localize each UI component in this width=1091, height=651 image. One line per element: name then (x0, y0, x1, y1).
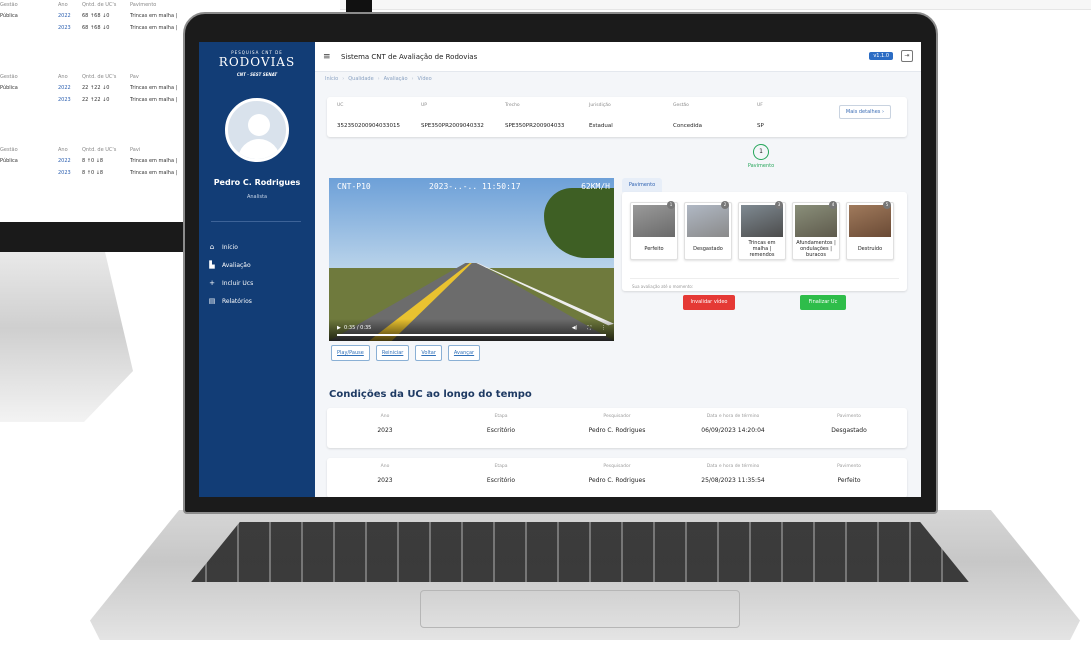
video-player[interactable]: CNT-P10 2023-..-.. 11:50:17 62KM/H ▶ 0:3… (329, 178, 614, 341)
history-title: Condições da UC ao longo do tempo (329, 389, 532, 400)
pavimento-option-perfeito[interactable]: 1 Perfeito (630, 201, 678, 260)
version-badge: v1.1.0 (869, 52, 893, 60)
uc-info-card: UC 35235020090403301​5 UP SPE350PR20090403… (327, 97, 907, 137)
volume-icon[interactable]: ◀) (572, 325, 578, 331)
info-label: UF (757, 103, 763, 108)
info-value: SP (757, 123, 764, 129)
breadcrumb: Início › Qualidade › Avaliação › Vídeo (325, 76, 432, 82)
app-screen: PESQUISA CNT DE RODOVIAS CNT · SEST SENA… (199, 42, 921, 497)
breadcrumb-avaliacao[interactable]: Avaliação (384, 76, 408, 82)
logout-icon[interactable]: ⇥ (901, 50, 913, 62)
road-icon: ▙ (209, 261, 215, 269)
sidebar-divider (211, 221, 301, 222)
background-top-strip (340, 0, 1091, 18)
play-pause-button[interactable]: Play/Pause (331, 345, 370, 361)
evaluation-note: Sua avaliação até o momento: (632, 284, 694, 289)
pavimento-option-trincas[interactable]: 3 Trincas em malha | remendos (738, 201, 786, 260)
brand-sub: CNT · SEST SENAT (236, 72, 278, 77)
invalidate-video-button[interactable]: Invalidar vídeo (683, 295, 735, 310)
report-icon: ▤ (208, 297, 216, 305)
sidebar-item-relatorios[interactable]: ▤ Relatórios (206, 292, 253, 310)
step-label: Pavimento (747, 163, 775, 169)
monitor-stand (0, 252, 133, 422)
sidebar: PESQUISA CNT DE RODOVIAS CNT · SEST SENA… (199, 42, 315, 497)
monitor-bezel (0, 222, 200, 252)
home-icon: ⌂ (209, 243, 215, 251)
user-role: Analista (246, 194, 268, 200)
info-label: Trecho (505, 103, 520, 108)
main-content: ≡ Sistema CNT de Avaliação de Rodovias v… (315, 42, 921, 497)
back-button[interactable]: Voltar (415, 345, 442, 361)
more-details-button[interactable]: Mais detalhes › (838, 105, 891, 119)
bg-table-block: Gestão Ano Qntd. de UC's Pavimento Pública 2… (0, 2, 178, 31)
tab-pavimento[interactable]: Pavimento (622, 178, 662, 192)
video-time: ▶ 0:35 / 0:35 (337, 325, 372, 331)
info-label: Jurisdição (589, 103, 611, 108)
info-value: 35235020090403301​5 (337, 123, 400, 129)
sidebar-item-incluir-ucs[interactable]: + Incluir Ucs (206, 274, 253, 292)
pavimento-option-afundamentos[interactable]: 4 Afundamentos | ondulações | buracos (792, 201, 840, 260)
breadcrumb-inicio[interactable]: Início (325, 76, 338, 82)
pavimento-option-destruido[interactable]: 5 Destruído (846, 201, 894, 260)
fullscreen-icon[interactable]: ⛶ (587, 325, 591, 331)
info-label: UC (337, 103, 344, 108)
restart-button[interactable]: Reiniciar (375, 345, 410, 361)
info-label: UP (421, 103, 428, 108)
history-row: Ano 2023 Etapa Escritório Pesquisador Pedro… (327, 408, 907, 448)
user-name: Pedro C. Rodrigues (213, 178, 301, 187)
sidebar-nav: ⌂ Início ▙ Avaliação + Incluir Ucs ▤ Relatór… (206, 238, 254, 310)
sidebar-item-avaliacao[interactable]: ▙ Avaliação (206, 256, 253, 274)
top-bar: ≡ Sistema CNT de Avaliação de Rodovias v… (315, 42, 921, 72)
brand-logo: RODOVIAS (218, 55, 296, 69)
video-icons: ◀) ⛶ ⋮ (572, 325, 606, 331)
video-progress[interactable] (337, 334, 606, 336)
avatar (225, 98, 289, 162)
laptop-trackpad (420, 590, 740, 628)
bg-table-block: Gestão Ano Qntd. de UC's Pavi Pública 2022 8 … (0, 147, 178, 176)
sidebar-item-inicio[interactable]: ⌂ Início (206, 238, 253, 256)
history-row: Ano 2023 Etapa Escritório Pesquisador Pedro… (327, 458, 907, 497)
laptop-keyboard (191, 522, 969, 582)
info-value: Estadual (589, 123, 613, 129)
pavimento-option-desgastado[interactable]: 2 Desgastado (684, 201, 732, 260)
breadcrumb-video: Vídeo (417, 76, 432, 82)
video-overlay-speed: 62KM/H (581, 182, 610, 191)
play-icon[interactable]: ▶ (337, 325, 341, 331)
forward-button[interactable]: Avançar (447, 345, 481, 361)
info-value: Concedida (673, 123, 702, 129)
info-value: SPE350PR200904033 (505, 123, 565, 129)
finalize-uc-button[interactable]: Finalizar Uc (800, 295, 846, 310)
breadcrumb-qualidade[interactable]: Qualidade (348, 76, 373, 82)
video-overlay-id: CNT-P10 (337, 182, 371, 191)
info-label: Gestão (673, 103, 689, 108)
video-buttons: Play/Pause Reiniciar Voltar Avançar (331, 345, 481, 361)
info-value: SPE350PR2009040332 (421, 123, 484, 129)
step-indicator: 1 (753, 144, 769, 160)
menu-icon[interactable]: ≡ (323, 52, 335, 62)
pavimento-panel: 1 Perfeito 2 Desgastado 3 Trincas em malha … (622, 192, 907, 291)
more-icon[interactable]: ⋮ (601, 325, 606, 331)
app-title: Sistema CNT de Avaliação de Rodovias (341, 52, 478, 61)
bg-table-block: Gestão Ano Qntd. de UC's Pav Pública 2022 22 … (0, 74, 178, 103)
plus-icon: + (209, 279, 215, 287)
video-overlay-timestamp: 2023-..-.. 11:50:17 (429, 182, 521, 191)
